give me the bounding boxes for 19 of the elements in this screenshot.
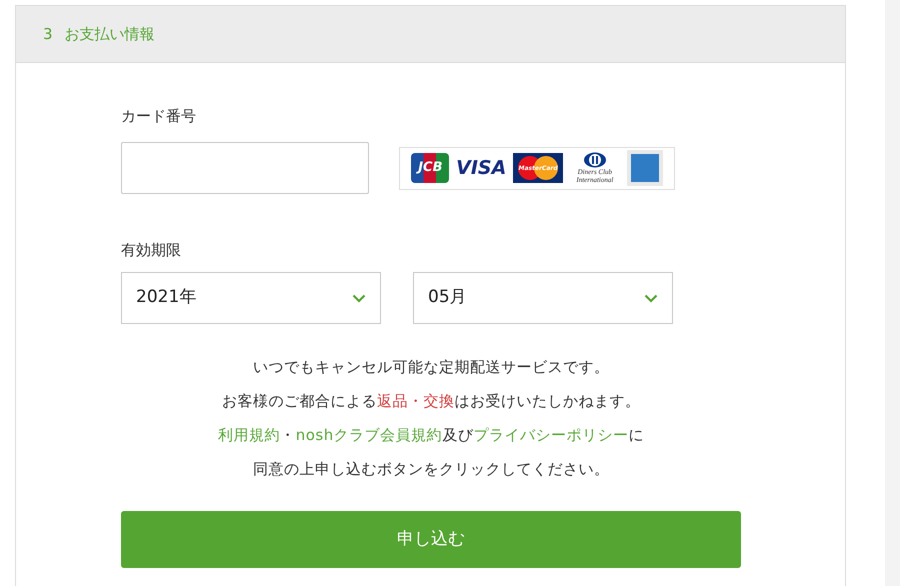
visa-logo: VISA (456, 156, 506, 181)
amex-logo (626, 150, 663, 186)
notice-text: お客様のご都合による返品・交換はお受けいたしかねます。 (222, 391, 640, 412)
chevron-down-icon (644, 294, 658, 302)
policy-link[interactable]: noshクラブ会員規約 (296, 426, 442, 444)
year-select[interactable]: 2021年 (121, 272, 381, 324)
card-number-label: カード番号 (121, 106, 197, 127)
notice-text: いつでもキャンセル可能な定期配送サービスです。 (252, 357, 610, 378)
month-select[interactable]: 05月 (413, 272, 673, 324)
notice-text: 利用規約・noshクラブ会員規約及びプライバシーポリシーに (218, 425, 644, 446)
section-number: 3 (43, 24, 53, 45)
policy-link[interactable]: プライバシーポリシー (473, 426, 628, 444)
notice-text: 同意の上申し込むボタンをクリックしてください。 (252, 459, 610, 480)
section-title: お支払い情報 (64, 24, 155, 45)
chevron-down-icon (352, 294, 366, 302)
submit-button[interactable]: 申し込む (121, 511, 741, 568)
expiry-label: 有効期限 (121, 240, 182, 261)
card-number-field[interactable] (121, 142, 369, 194)
policy-link[interactable]: 利用規約 (218, 426, 280, 444)
